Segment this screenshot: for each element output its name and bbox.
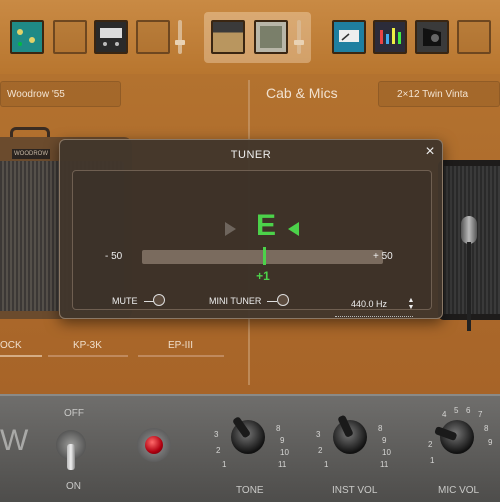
inst-scale-right: 10 bbox=[382, 448, 391, 457]
frequency-underline bbox=[335, 316, 413, 317]
power-toggle[interactable] bbox=[67, 444, 75, 470]
mic-scale-top: 5 bbox=[454, 406, 459, 415]
reference-frequency: 440.0 Hz bbox=[351, 299, 388, 309]
mic-vol-knob[interactable] bbox=[440, 420, 474, 454]
teal-meter-pedal-icon[interactable] bbox=[332, 20, 366, 54]
cents-readout: +1 bbox=[256, 269, 270, 283]
tone-scale-left: 2 bbox=[216, 446, 221, 455]
amp-preset-select[interactable]: Woodrow '55 bbox=[0, 81, 121, 107]
tuner-dialog: TUNER × E - 50 + 50 +1 MUTE MINI TUNER 4… bbox=[59, 139, 443, 319]
tuner-note: E bbox=[255, 209, 276, 242]
empty-pedal-slot[interactable] bbox=[136, 20, 170, 54]
tone-scale-right: 9 bbox=[280, 436, 285, 445]
sharp-indicator-icon bbox=[288, 222, 299, 236]
mic-scale-left: 2 bbox=[428, 440, 433, 449]
mic-scale-right: 9 bbox=[488, 438, 493, 447]
brand-logo: W bbox=[0, 424, 29, 457]
inst-scale-right: 9 bbox=[382, 436, 387, 445]
pedalboard-bar bbox=[0, 0, 500, 74]
flat-indicator-icon bbox=[225, 222, 236, 236]
mic-scale-top: 4 bbox=[442, 410, 447, 419]
empty-pedal-slot[interactable] bbox=[457, 20, 491, 54]
tone-scale-left: 3 bbox=[214, 430, 219, 439]
tone-scale-right: 8 bbox=[276, 424, 281, 433]
amp-tab-ep3[interactable]: EP-III bbox=[168, 340, 193, 351]
mic-scale-left: 1 bbox=[430, 456, 435, 465]
mute-label: MUTE bbox=[112, 296, 138, 306]
teal-pedal-icon[interactable] bbox=[10, 20, 44, 54]
amp-icon[interactable] bbox=[211, 20, 245, 54]
tone-scale-right: 11 bbox=[278, 460, 287, 469]
tuner-needle bbox=[263, 247, 266, 265]
amp-tab-underline bbox=[48, 355, 128, 357]
inst-vol-label: INST VOL bbox=[332, 485, 378, 496]
mic-scale-top: 6 bbox=[466, 406, 471, 415]
power-off-label: OFF bbox=[64, 408, 84, 419]
mini-tuner-switch-line bbox=[267, 301, 277, 302]
cab-section-title: Cab & Mics bbox=[266, 85, 338, 101]
mic-scale-right: 8 bbox=[484, 424, 489, 433]
amp-tab-kp3k[interactable]: KP-3K bbox=[73, 340, 102, 351]
inst-scale-right: 8 bbox=[378, 424, 383, 433]
tone-scale-left: 1 bbox=[222, 460, 227, 469]
inst-scale-left: 3 bbox=[316, 430, 321, 439]
inst-scale-left: 1 bbox=[324, 460, 329, 469]
black-pedal-icon[interactable] bbox=[94, 20, 128, 54]
close-icon[interactable]: × bbox=[422, 144, 438, 160]
mic-stem bbox=[467, 242, 471, 331]
amp-tab-underline bbox=[138, 355, 224, 357]
cab-preset-select[interactable]: 2×12 Twin Vinta bbox=[378, 81, 500, 107]
tone-scale-right: 10 bbox=[280, 448, 289, 457]
empty-pedal-slot[interactable] bbox=[53, 20, 87, 54]
tone-knob[interactable] bbox=[231, 420, 265, 454]
amp-badge: WOODROW bbox=[12, 149, 50, 159]
volume-fader-icon[interactable] bbox=[175, 20, 185, 54]
power-on-label: ON bbox=[66, 481, 81, 492]
microphone-icon[interactable] bbox=[461, 216, 477, 331]
graphic-eq-icon[interactable] bbox=[373, 20, 407, 54]
range-min-label: - 50 bbox=[105, 251, 123, 262]
mic-vol-label: MIC VOL bbox=[438, 485, 480, 496]
inst-vol-knob[interactable] bbox=[333, 420, 367, 454]
cab-icon[interactable] bbox=[254, 20, 288, 54]
tuner-title: TUNER bbox=[230, 149, 272, 161]
stepper-up-icon[interactable]: ▲ bbox=[407, 297, 415, 304]
stepper-down-icon[interactable]: ▼ bbox=[407, 304, 415, 311]
mute-switch[interactable] bbox=[153, 294, 165, 306]
mini-tuner-switch[interactable] bbox=[277, 294, 289, 306]
tuner-display: E - 50 + 50 +1 MUTE MINI TUNER 440.0 Hz … bbox=[72, 170, 432, 317]
volume-fader-icon[interactable] bbox=[294, 20, 304, 54]
mic-scale-top: 7 bbox=[478, 410, 483, 419]
inst-scale-left: 2 bbox=[318, 446, 323, 455]
inst-scale-right: 11 bbox=[380, 460, 389, 469]
frequency-stepper[interactable]: ▲ ▼ bbox=[407, 297, 415, 313]
amp-tab-active-indicator bbox=[0, 355, 42, 357]
mini-tuner-label: MINI TUNER bbox=[209, 296, 262, 306]
amp-handle bbox=[10, 127, 50, 137]
tone-label: TONE bbox=[236, 485, 264, 496]
mic-head bbox=[461, 216, 477, 244]
amp-tab-ock[interactable]: OCK bbox=[0, 340, 22, 351]
range-max-label: + 50 bbox=[373, 251, 393, 262]
power-led-icon bbox=[145, 436, 163, 454]
speaker-cab-icon[interactable] bbox=[415, 20, 449, 54]
